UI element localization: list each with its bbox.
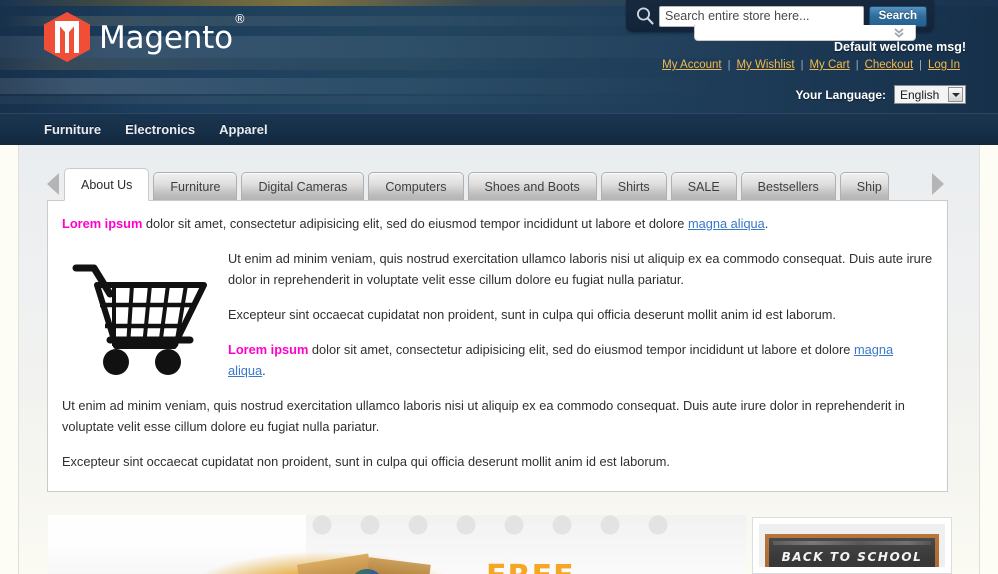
site-header: Magento® Search Default welcome msg! My … [0, 0, 998, 113]
top-links: My Account | My Wishlist | My Cart | Che… [656, 59, 966, 71]
tab-sale[interactable]: SALE [670, 172, 737, 201]
tab-shipping[interactable]: Ship [839, 172, 889, 201]
brand-name: Magento® [99, 11, 246, 56]
language-select[interactable]: English [894, 85, 966, 104]
cart-illustration-row: Ut enim ad minim veniam, quis nostrud ex… [62, 248, 933, 395]
link-my-wishlist[interactable]: My Wishlist [730, 59, 800, 71]
search-button[interactable]: Search [868, 5, 927, 27]
chalkboard: BACK TO SCHOOL [769, 538, 935, 567]
tab-furniture[interactable]: Furniture [153, 172, 238, 201]
nav-item-electronics[interactable]: Electronics [125, 122, 195, 137]
paragraph-3-emphasis: Lorem ipsum [228, 342, 309, 357]
tab-scroll-left-button[interactable] [47, 173, 63, 197]
brand-trademark: ® [233, 11, 246, 26]
tab-computers[interactable]: Computers [368, 172, 464, 201]
tab-shoes-and-boots[interactable]: Shoes and Boots [467, 172, 597, 201]
chalkboard-frame: BACK TO SCHOOL [765, 534, 939, 567]
tab-about-us[interactable]: About Us [64, 168, 150, 201]
shopping-cart-icon [64, 254, 216, 382]
intro-tail: . [764, 216, 769, 231]
paragraph-3-text: dolor sit amet, consectetur adipisicing … [308, 342, 854, 357]
main-navigation: Furniture Electronics Apparel [0, 113, 998, 145]
tab-list: About Us Furniture Digital Cameras Compu… [64, 168, 932, 201]
nav-item-apparel[interactable]: Apparel [219, 122, 267, 137]
back-to-school-banner[interactable]: BACK TO SCHOOL [752, 517, 952, 574]
link-log-in[interactable]: Log In [922, 59, 966, 71]
search-icon [635, 6, 655, 26]
magento-logo-icon [44, 12, 90, 62]
chevron-down-icon [948, 87, 963, 102]
banner-inner: BACK TO SCHOOL [759, 524, 945, 567]
chevron-left-icon [47, 173, 59, 195]
free-shipping-banner[interactable]: FREE [48, 515, 746, 574]
tab-scroll-right-button[interactable] [932, 173, 948, 197]
intro-text: dolor sit amet, consectetur adipisicing … [142, 216, 688, 231]
body-paragraph-5: Excepteur sint occaecat cupidatat non pr… [62, 454, 670, 469]
search-autocomplete-dropdown[interactable] [694, 25, 916, 41]
tab-content-panel: Lorem ipsum dolor sit amet, consectetur … [47, 200, 948, 492]
language-label: Your Language: [795, 87, 886, 102]
language-switcher: Your Language: English [796, 85, 966, 104]
chalk-dust [773, 541, 931, 545]
search-input[interactable] [659, 5, 864, 27]
language-selected-value: English [900, 87, 940, 102]
page-root: Magento® Search Default welcome msg! My … [0, 0, 998, 574]
tab-bestsellers[interactable]: Bestsellers [740, 172, 836, 201]
tab-bar: About Us Furniture Digital Cameras Compu… [47, 168, 948, 201]
welcome-message: Default welcome msg! [834, 40, 966, 54]
banner-headline: BACK TO SCHOOL [781, 550, 923, 564]
link-my-account[interactable]: My Account [656, 59, 727, 71]
chevron-right-icon [932, 173, 944, 195]
intro-paragraph: Lorem ipsum dolor sit amet, consectetur … [62, 213, 933, 234]
nav-item-furniture[interactable]: Furniture [44, 122, 101, 137]
promo-banner-row: FREE BACK TO SCHOOL [19, 505, 979, 574]
intro-emphasis: Lorem ipsum [62, 216, 143, 231]
link-checkout[interactable]: Checkout [859, 59, 920, 71]
site-logo[interactable]: Magento® [44, 11, 246, 62]
banner-headline: FREE [486, 559, 575, 574]
paragraph-3-tail: . [262, 363, 266, 378]
intro-link[interactable]: magna aliqua [688, 216, 765, 231]
body-paragraph-4: Ut enim ad minim veniam, quis nostrud ex… [62, 398, 905, 434]
tab-digital-cameras[interactable]: Digital Cameras [241, 172, 365, 201]
link-my-cart[interactable]: My Cart [803, 59, 855, 71]
tab-shirts[interactable]: Shirts [600, 172, 667, 201]
